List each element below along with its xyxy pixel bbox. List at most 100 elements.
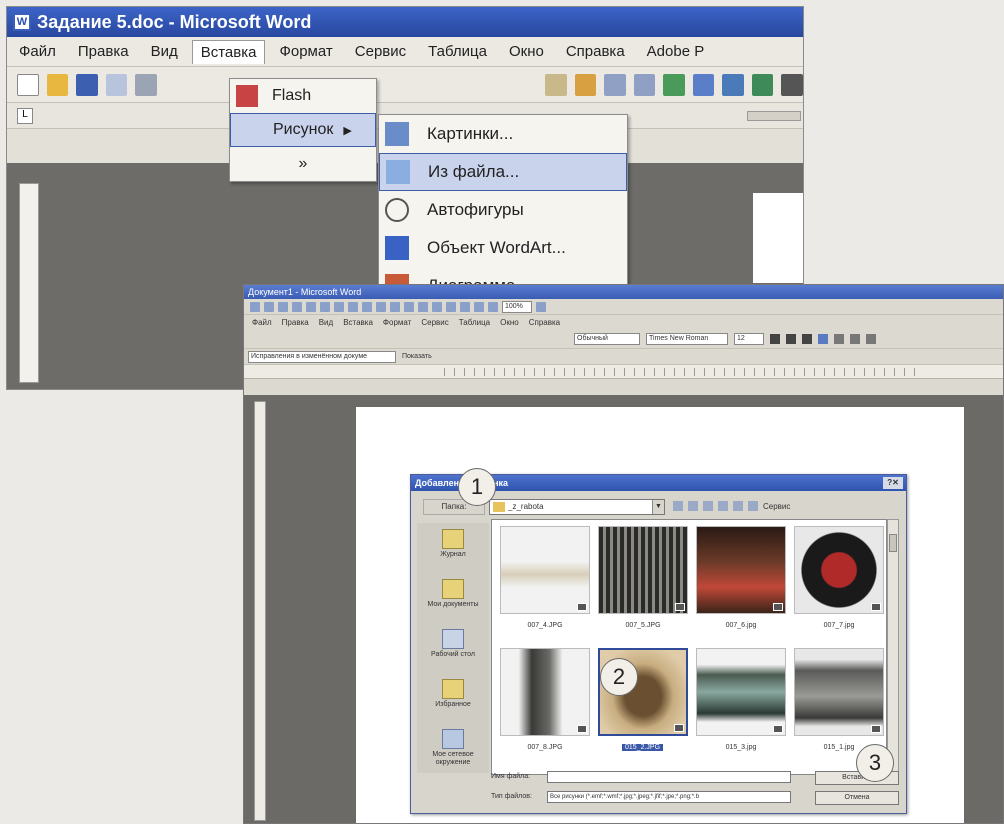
place-desktop[interactable]: Рабочий стол xyxy=(417,623,489,673)
hyperlink-icon[interactable] xyxy=(663,73,685,96)
menu-expand-chevron-icon[interactable]: » xyxy=(230,147,376,181)
hyperlink-icon[interactable] xyxy=(404,301,414,312)
columns-icon[interactable] xyxy=(446,301,456,312)
back-icon[interactable] xyxy=(673,501,683,511)
menu-window[interactable]: Окно xyxy=(500,318,519,327)
close-icon[interactable]: ?✕ xyxy=(883,477,903,489)
new-document-icon[interactable] xyxy=(17,73,39,96)
menu-insert[interactable]: Вставка xyxy=(343,318,373,327)
menu-item-clipart[interactable]: Картинки... xyxy=(379,115,627,153)
show-hide-icon[interactable] xyxy=(488,301,498,312)
format-painter-icon[interactable] xyxy=(574,73,597,96)
underline-icon[interactable] xyxy=(802,333,812,344)
menu-help[interactable]: Справка xyxy=(566,43,625,60)
menu-table[interactable]: Таблица xyxy=(459,318,490,327)
drawing-icon[interactable] xyxy=(460,301,470,312)
open-folder-icon[interactable] xyxy=(46,73,69,96)
views-icon[interactable] xyxy=(748,501,758,511)
paste-icon[interactable] xyxy=(545,73,567,96)
search-web-icon[interactable] xyxy=(703,501,713,511)
menu-file[interactable]: Файл xyxy=(19,43,56,60)
menu-item-flash[interactable]: Flash xyxy=(230,79,376,113)
font-size-combo[interactable]: 12 xyxy=(734,332,764,345)
menu-view[interactable]: Вид xyxy=(151,43,178,60)
menu-tools[interactable]: Сервис xyxy=(355,43,406,60)
look-in-value: _z_rabota xyxy=(508,502,544,511)
menu-item-wordart[interactable]: Объект WordArt... xyxy=(379,229,627,267)
new-icon[interactable] xyxy=(250,301,260,312)
menu-help[interactable]: Справка xyxy=(529,318,560,327)
print-icon[interactable] xyxy=(135,73,157,96)
preview-icon[interactable] xyxy=(306,301,316,312)
up-folder-icon[interactable] xyxy=(688,501,698,511)
scrollbar-thumb[interactable] xyxy=(889,534,897,552)
file-list-scrollbar[interactable] xyxy=(887,519,899,775)
menu-edit[interactable]: Правка xyxy=(78,43,129,60)
paste-icon[interactable] xyxy=(362,301,372,312)
copy-icon[interactable] xyxy=(348,301,358,312)
justify-icon[interactable] xyxy=(866,333,876,344)
delete-icon[interactable] xyxy=(718,501,728,511)
align-right-icon[interactable] xyxy=(850,333,860,344)
bold-icon[interactable] xyxy=(770,333,780,344)
table-icon[interactable] xyxy=(418,301,428,312)
align-left-icon[interactable] xyxy=(818,333,828,344)
file-thumbnail[interactable]: 015_3.jpg xyxy=(694,644,788,764)
undo-icon[interactable] xyxy=(376,301,386,312)
tab-selector[interactable]: L xyxy=(17,108,33,124)
place-network[interactable]: Мое сетевое окружение xyxy=(417,723,489,773)
menu-file[interactable]: Файл xyxy=(252,318,272,327)
permission-icon[interactable] xyxy=(105,73,128,96)
zoom-combo[interactable]: 100% xyxy=(502,300,532,313)
menu-adobe[interactable]: Adobe P xyxy=(647,43,705,60)
insert-table-icon[interactable] xyxy=(722,73,744,96)
cut-icon[interactable] xyxy=(334,301,344,312)
font-combo[interactable]: Times New Roman xyxy=(646,332,728,345)
columns-icon[interactable] xyxy=(781,73,803,96)
menu-window[interactable]: Окно xyxy=(509,43,544,60)
tables-borders-icon[interactable] xyxy=(692,73,715,96)
menu-edit[interactable]: Правка xyxy=(282,318,309,327)
menu-item-from-file[interactable]: Из файла... xyxy=(379,153,627,191)
print-icon[interactable] xyxy=(292,301,302,312)
style-combo[interactable]: Обычный xyxy=(574,332,640,345)
menu-view[interactable]: Вид xyxy=(319,318,333,327)
place-my-documents[interactable]: Мои документы xyxy=(417,573,489,623)
file-thumbnail[interactable]: 007_7.jpg xyxy=(792,522,886,642)
review-show-button[interactable]: Показать xyxy=(402,353,432,360)
excel-icon[interactable] xyxy=(432,301,442,312)
spelling-icon[interactable] xyxy=(320,301,330,312)
open-icon[interactable] xyxy=(264,301,274,312)
help-icon[interactable] xyxy=(536,301,546,312)
file-thumbnail[interactable]: 007_8.JPG xyxy=(498,644,592,764)
docmap-icon[interactable] xyxy=(474,301,484,312)
file-thumbnail[interactable]: 007_5.JPG xyxy=(596,522,690,642)
new-folder-icon[interactable] xyxy=(733,501,743,511)
menu-table[interactable]: Таблица xyxy=(428,43,487,60)
save-icon[interactable] xyxy=(278,301,288,312)
menu-item-picture[interactable]: Рисунок ▶ xyxy=(230,113,376,147)
file-thumbnail[interactable]: 007_4.JPG xyxy=(498,522,592,642)
dropdown-arrow-icon[interactable]: ▼ xyxy=(652,500,664,514)
undo-icon[interactable] xyxy=(604,73,626,96)
tools-menu[interactable]: Сервис xyxy=(763,502,790,511)
place-favorites[interactable]: Избранное xyxy=(417,673,489,723)
menu-insert[interactable]: Вставка xyxy=(191,39,266,64)
filetype-combo[interactable]: Все рисунки (*.emf;*.wmf;*.jpg;*.jpeg;*.… xyxy=(547,791,791,803)
review-display-combo[interactable]: Исправления в изменённом докуме xyxy=(248,350,396,363)
save-icon[interactable] xyxy=(76,73,98,96)
menu-format[interactable]: Формат xyxy=(383,318,411,327)
insert-excel-icon[interactable] xyxy=(751,73,774,96)
menu-format[interactable]: Формат xyxy=(279,43,332,60)
cancel-button[interactable]: Отмена xyxy=(815,791,899,805)
file-thumbnail[interactable]: 007_6.jpg xyxy=(694,522,788,642)
filename-input[interactable] xyxy=(547,771,791,783)
menu-item-autoshapes[interactable]: Автофигуры xyxy=(379,191,627,229)
place-history[interactable]: Журнал xyxy=(417,523,489,573)
look-in-combo[interactable]: _z_rabota ▼ xyxy=(489,499,665,515)
menu-tools[interactable]: Сервис xyxy=(421,318,448,327)
align-center-icon[interactable] xyxy=(834,333,844,344)
italic-icon[interactable] xyxy=(786,333,796,344)
redo-icon[interactable] xyxy=(633,73,656,96)
redo-icon[interactable] xyxy=(390,301,400,312)
